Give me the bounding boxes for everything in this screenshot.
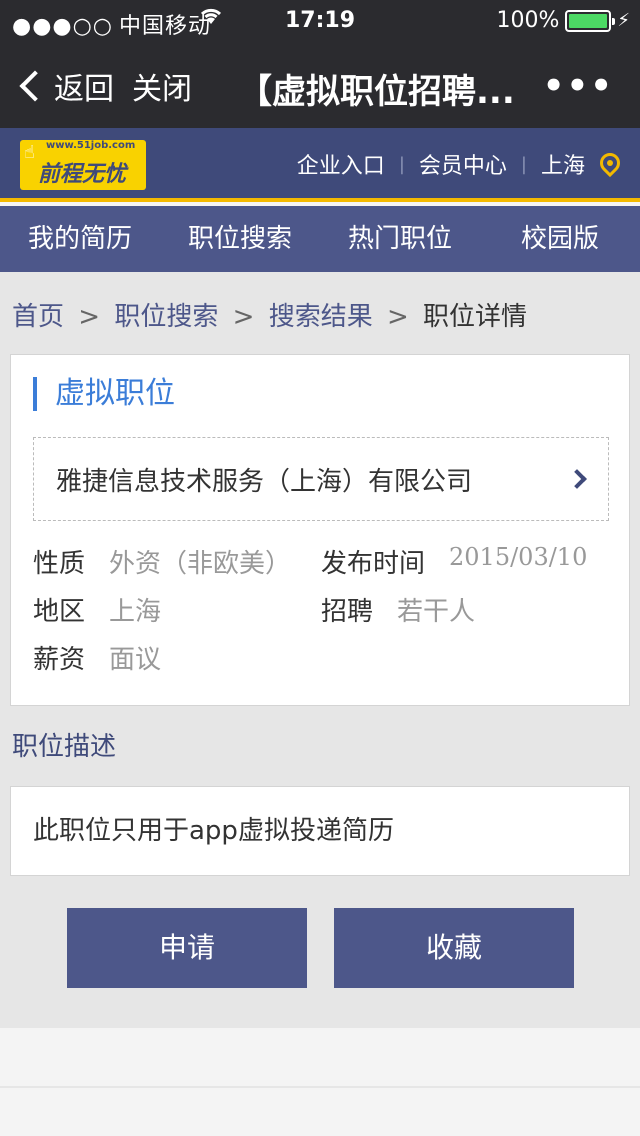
divider: | [520,153,527,175]
field-value: 外资（非欧美） [109,549,292,579]
enterprise-entry-link[interactable]: 企业入口 [297,148,385,180]
location-pin-icon [595,148,625,178]
field-value: 2015/03/10 [449,543,588,571]
footer [0,1028,640,1136]
field-label: 性质 [33,549,86,579]
main-tabs: 我的简历 职位搜索 热门职位 校园版 [0,206,640,272]
site-header: ☝ www.51job.com 前程无忧 企业入口 | 会员中心 | 上海 [0,128,640,202]
field-publish-date: 发布时间 2015/03/10 [321,543,609,591]
battery-indicator: 100% ⚡ [496,8,630,33]
status-bar: ●●●○○ 中国移动 17:19 100% ⚡ [0,0,640,40]
company-name: 雅捷信息技术服务（上海）有限公司 [56,466,473,497]
page-title: 【虚拟职位招聘... [238,72,515,112]
city-label: 上海 [540,154,585,179]
back-button[interactable]: 返回 [18,64,114,108]
field-value: 面议 [109,645,162,675]
field-label: 发布时间 [321,549,426,579]
more-options-button[interactable]: ••• [543,66,614,106]
tab-campus[interactable]: 校园版 [480,206,640,272]
field-row: 性质 外资（非欧美） 发布时间 2015/03/10 [33,543,613,591]
breadcrumb-separator: > [386,302,409,332]
breadcrumb-separator: > [78,302,101,332]
divider [0,1086,640,1088]
description-heading: 职位描述 [12,732,117,762]
breadcrumb-current: 职位详情 [423,302,528,332]
back-label: 返回 [54,72,114,107]
logo-url: www.51job.com [46,140,136,151]
divider: | [398,153,405,175]
field-headcount: 招聘 若干人 [321,591,609,639]
apply-button[interactable]: 申请 [67,908,307,988]
field-region: 地区 上海 [33,591,321,639]
breadcrumb-search-results[interactable]: 搜索结果 [269,302,373,332]
main-content: 首页 > 职位搜索 > 搜索结果 > 职位详情 虚拟职位 雅捷信息技术服务（上海… [0,272,640,1028]
hand-icon: ☝ [24,142,35,163]
field-value: 上海 [109,597,162,627]
battery-icon [565,9,616,32]
tab-hot-jobs[interactable]: 热门职位 [320,206,480,272]
field-label: 薪资 [33,645,86,675]
member-center-link[interactable]: 会员中心 [419,148,507,180]
logo-name: 前程无忧 [38,162,127,187]
favorite-button[interactable]: 收藏 [334,908,574,988]
top-bar: ●●●○○ 中国移动 17:19 100% ⚡ 返回 关闭 【虚拟职位招聘... … [0,0,640,128]
breadcrumb-home[interactable]: 首页 [12,302,64,332]
field-salary: 薪资 面议 [33,639,321,687]
breadcrumb-job-search[interactable]: 职位搜索 [114,302,218,332]
job-title: 虚拟职位 [33,377,175,411]
nav-bar: 返回 关闭 【虚拟职位招聘... ••• [0,40,640,128]
job-card: 虚拟职位 雅捷信息技术服务（上海）有限公司 性质 外资（非欧美） 发布时间 20… [10,354,630,706]
field-nature: 性质 外资（非欧美） [33,543,321,591]
field-row: 薪资 面议 [33,639,613,687]
tab-job-search[interactable]: 职位搜索 [160,206,320,272]
field-row: 地区 上海 招聘 若干人 [33,591,613,639]
logo[interactable]: ☝ www.51job.com 前程无忧 [20,140,146,190]
field-value: 若干人 [397,597,476,627]
chevron-left-icon [19,70,51,102]
tab-my-resume[interactable]: 我的简历 [0,206,160,272]
description-text: 此职位只用于app虚拟投递简历 [10,786,630,876]
header-links: 企业入口 | 会员中心 | 上海 [297,148,625,180]
field-label: 地区 [33,597,86,627]
breadcrumb: 首页 > 职位搜索 > 搜索结果 > 职位详情 [12,296,527,333]
charging-icon: ⚡ [617,10,630,31]
job-fields: 性质 外资（非欧美） 发布时间 2015/03/10 地区 上海 招聘 若干人 [33,543,613,687]
field-label: 招聘 [321,597,374,627]
city-selector[interactable]: 上海 [540,148,625,180]
company-link[interactable]: 雅捷信息技术服务（上海）有限公司 [33,437,609,521]
close-button[interactable]: 关闭 [132,64,192,108]
chevron-right-icon [567,469,587,489]
breadcrumb-separator: > [232,302,255,332]
battery-percent: 100% [496,8,560,33]
